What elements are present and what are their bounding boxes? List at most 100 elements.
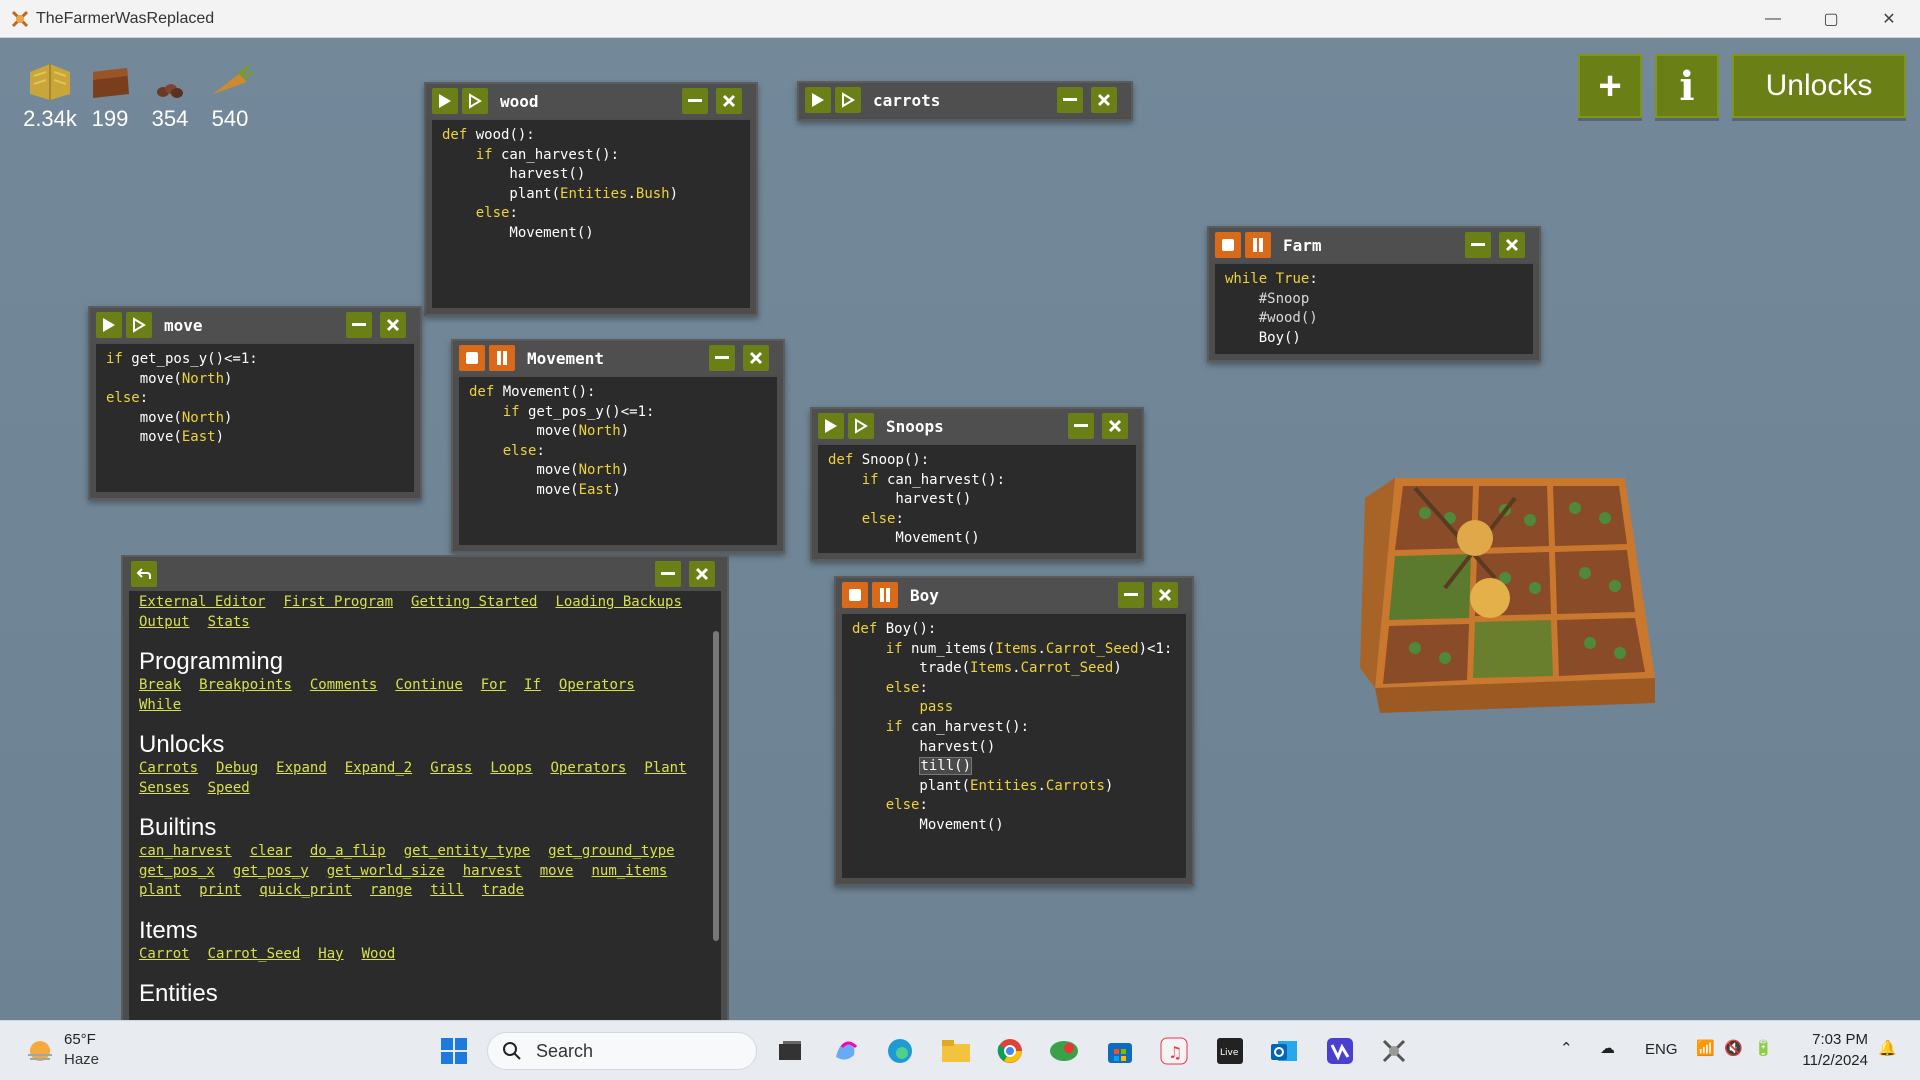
minimize-window-button[interactable]	[1068, 413, 1094, 439]
code-window-wood[interactable]: wood def wood(): if can_harvest(): harve…	[424, 82, 758, 316]
doc-link[interactable]: Debug	[216, 759, 258, 779]
game-taskbar-icon[interactable]	[1378, 1035, 1410, 1067]
close-window-button[interactable]	[743, 345, 769, 371]
language-indicator[interactable]: ENG	[1645, 1041, 1678, 1058]
step-button[interactable]	[126, 312, 152, 338]
minimize-window-button[interactable]	[346, 312, 372, 338]
minimize-button[interactable]: —	[1744, 0, 1802, 38]
doc-link[interactable]: Breakpoints	[199, 676, 292, 696]
docs-window[interactable]: External Editor First Program Getting Star…	[121, 555, 729, 1020]
doc-link[interactable]: clear	[250, 842, 292, 862]
doc-link[interactable]: move	[540, 862, 574, 882]
app-icon-colorful[interactable]	[1048, 1035, 1080, 1067]
store-icon[interactable]	[1104, 1035, 1136, 1067]
code-editor[interactable]: def Movement(): if get_pos_y()<=1: move(…	[459, 377, 777, 545]
window-header[interactable]: Snoops	[812, 409, 1142, 443]
doc-link[interactable]: Output	[139, 613, 190, 633]
step-button[interactable]	[835, 87, 861, 113]
code-window-boy[interactable]: Boy def Boy(): if num_items(Items.Carrot…	[834, 576, 1194, 886]
task-view-icon[interactable]	[774, 1035, 806, 1067]
back-button[interactable]	[131, 561, 157, 587]
doc-link[interactable]: get_pos_x	[139, 862, 215, 882]
clock-date[interactable]: 11/2/2024	[1796, 1052, 1868, 1069]
notification-bell-icon[interactable]: 🔔	[1878, 1039, 1897, 1057]
file-explorer-icon[interactable]	[940, 1035, 972, 1067]
minimize-window-button[interactable]	[1057, 87, 1083, 113]
code-window-move[interactable]: move if get_pos_y()<=1: move(North) else…	[88, 306, 422, 500]
doc-link[interactable]: Operators	[559, 676, 635, 696]
outlook-icon[interactable]	[1268, 1035, 1300, 1067]
info-button[interactable]: i	[1655, 54, 1719, 118]
doc-link[interactable]: Expand_2	[345, 759, 412, 779]
pause-button[interactable]	[872, 582, 898, 608]
window-header[interactable]: Boy	[836, 578, 1192, 612]
docs-scrollbar[interactable]	[713, 631, 719, 941]
volume-icon[interactable]: 🔇	[1724, 1039, 1743, 1057]
doc-link[interactable]: Grass	[430, 759, 472, 779]
close-window-button[interactable]	[689, 561, 715, 587]
minimize-window-button[interactable]	[655, 561, 681, 587]
onedrive-icon[interactable]: ☁	[1600, 1039, 1615, 1057]
doc-link[interactable]: range	[370, 881, 412, 901]
minimize-window-button[interactable]	[709, 345, 735, 371]
taskbar-search[interactable]: Search	[487, 1032, 757, 1070]
close-window-button[interactable]	[1102, 413, 1128, 439]
doc-link[interactable]: get_world_size	[327, 862, 445, 882]
doc-link[interactable]: Plant	[644, 759, 686, 779]
pause-button[interactable]	[1245, 232, 1271, 258]
wifi-icon[interactable]: 📶	[1696, 1039, 1715, 1057]
doc-link[interactable]: trade	[482, 881, 524, 901]
code-window-carrots[interactable]: carrots	[797, 81, 1133, 121]
window-header[interactable]: wood	[426, 84, 756, 118]
close-window-button[interactable]	[716, 88, 742, 114]
copilot-icon[interactable]	[830, 1035, 862, 1067]
code-editor[interactable]: def Boy(): if num_items(Items.Carrot_See…	[842, 614, 1186, 878]
doc-link[interactable]: do_a_flip	[310, 842, 386, 862]
minimize-window-button[interactable]	[682, 88, 708, 114]
doc-link[interactable]: Continue	[395, 676, 462, 696]
run-button[interactable]	[805, 87, 831, 113]
pause-button[interactable]	[489, 345, 515, 371]
doc-link[interactable]: Getting Started	[411, 593, 537, 613]
doc-link[interactable]: External Editor	[139, 593, 265, 613]
doc-link[interactable]: Operators	[551, 759, 627, 779]
chevron-up-icon[interactable]: ⌃	[1560, 1039, 1573, 1057]
code-window-movement[interactable]: Movement def Movement(): if get_pos_y()<…	[451, 339, 785, 553]
doc-link[interactable]: print	[199, 881, 241, 901]
start-button[interactable]	[438, 1035, 470, 1067]
add-window-button[interactable]: +	[1578, 54, 1642, 118]
doc-link[interactable]: Expand	[276, 759, 327, 779]
doc-link[interactable]: get_pos_y	[233, 862, 309, 882]
doc-link[interactable]: get_ground_type	[548, 842, 674, 862]
doc-link[interactable]: get_entity_type	[404, 842, 530, 862]
close-window-button[interactable]	[1499, 232, 1525, 258]
stop-button[interactable]	[1215, 232, 1241, 258]
run-button[interactable]	[432, 88, 458, 114]
window-header[interactable]: carrots	[799, 83, 1131, 117]
stop-button[interactable]	[459, 345, 485, 371]
window-header[interactable]: Farm	[1209, 228, 1539, 262]
close-window-button[interactable]	[1152, 582, 1178, 608]
battery-icon[interactable]: 🔋	[1754, 1039, 1773, 1057]
doc-link[interactable]: Loading Backups	[555, 593, 681, 613]
step-button[interactable]	[848, 413, 874, 439]
doc-link[interactable]: While	[139, 696, 181, 716]
run-button[interactable]	[96, 312, 122, 338]
step-button[interactable]	[462, 88, 488, 114]
app-icon-purple[interactable]	[1324, 1035, 1356, 1067]
doc-link[interactable]: quick_print	[259, 881, 352, 901]
maximize-button[interactable]: ▢	[1802, 0, 1860, 38]
doc-link[interactable]: plant	[139, 881, 181, 901]
close-window-button[interactable]	[380, 312, 406, 338]
stop-button[interactable]	[842, 582, 868, 608]
doc-link[interactable]: Stats	[208, 613, 250, 633]
window-header[interactable]: Movement	[453, 341, 783, 375]
code-window-farm[interactable]: Farm while True: #Snoop #wood() Boy()	[1207, 226, 1541, 362]
window-header[interactable]	[123, 557, 727, 591]
doc-link[interactable]: Senses	[139, 779, 190, 799]
doc-link[interactable]: Carrots	[139, 759, 198, 779]
doc-link[interactable]: If	[524, 676, 541, 696]
doc-link[interactable]: harvest	[463, 862, 522, 882]
doc-link[interactable]: Carrot_Seed	[208, 945, 301, 965]
minimize-window-button[interactable]	[1465, 232, 1491, 258]
